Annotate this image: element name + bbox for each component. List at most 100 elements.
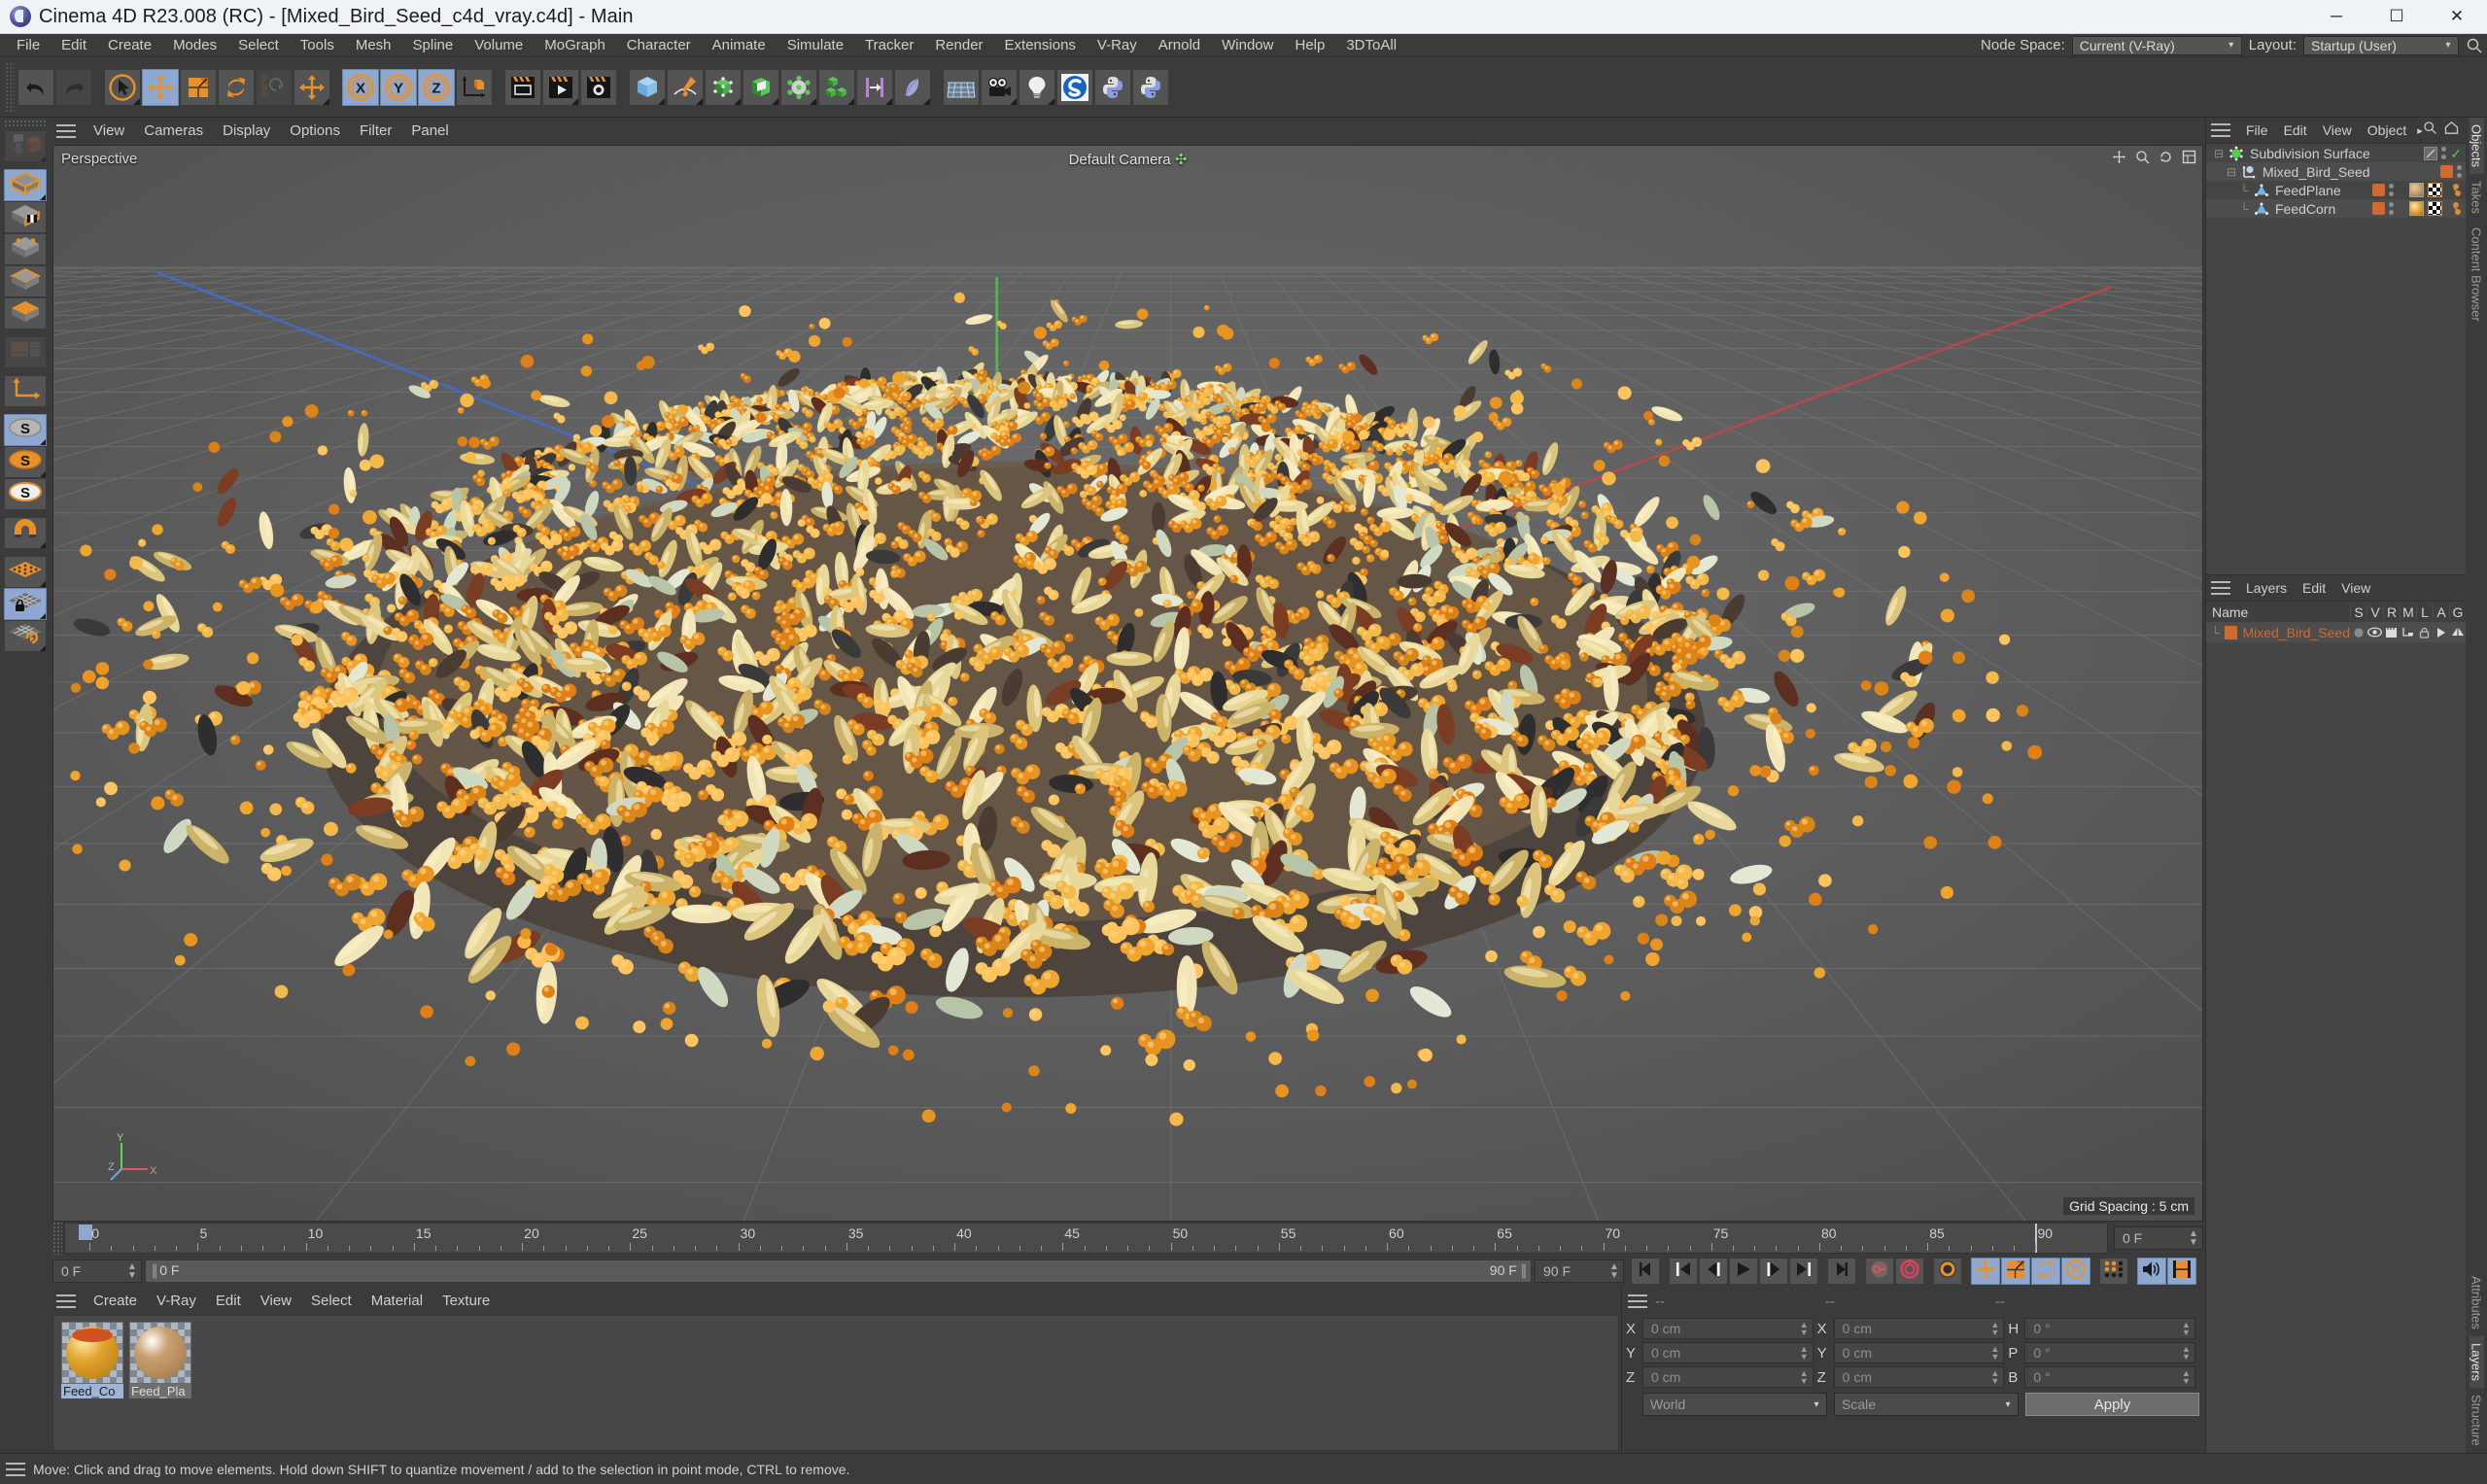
lock-z-axis-button[interactable]: Z (418, 68, 455, 106)
enabled-check-icon[interactable]: ✓ (2450, 147, 2462, 160)
menu-render[interactable]: Render (924, 34, 993, 57)
timeline-start-marker[interactable] (78, 1225, 92, 1240)
object-row[interactable]: └ FeedCorn (2206, 199, 2466, 218)
spinner-icon[interactable]: ▲ ▼ (1798, 1321, 1811, 1337)
coord-field-x-1[interactable]: 0 cm ▲ ▼ (1833, 1318, 2005, 1339)
go-to-start-button[interactable] (1631, 1258, 1660, 1285)
world-coordinate-system-button[interactable] (456, 68, 493, 106)
viewport-menu-view[interactable]: View (84, 120, 134, 143)
object-menu-object[interactable]: Object (2360, 120, 2414, 141)
spinner-icon[interactable]: ▲ ▼ (125, 1262, 139, 1281)
model-mode-button[interactable] (4, 169, 47, 201)
menu-tools[interactable]: Tools (290, 34, 345, 57)
menu-character[interactable]: Character (616, 34, 702, 57)
menu-edit[interactable]: Edit (51, 34, 97, 57)
menu-simulate[interactable]: Simulate (777, 34, 854, 57)
spinner-icon[interactable]: ▲ ▼ (1798, 1345, 1811, 1362)
object-color-swatch[interactable] (2372, 184, 2385, 196)
record-key-button[interactable] (1865, 1258, 1894, 1285)
go-to-last-frame-button[interactable] (1789, 1258, 1818, 1285)
add-subdivision-button[interactable] (780, 68, 817, 106)
menu-file[interactable]: File (6, 34, 51, 57)
rotation-key-button[interactable] (2031, 1258, 2060, 1285)
zoom-icon[interactable] (2135, 150, 2150, 164)
redo-button[interactable] (55, 68, 92, 106)
menu-mograph[interactable]: MoGraph (534, 34, 616, 57)
maximize-view-icon[interactable] (2182, 150, 2196, 164)
timeline-ruler[interactable]: 0 5 10 15 20 25 30 35 40 45 50 55 60 65 70 75 80 85 90 (64, 1223, 2108, 1254)
uv-mode-button[interactable] (4, 336, 47, 368)
toolbar-grip[interactable] (5, 61, 15, 113)
render-view-button[interactable] (504, 68, 541, 106)
points-mode-button[interactable] (4, 233, 47, 265)
psr-lock-tool[interactable]: PSR (256, 68, 293, 106)
spinner-icon[interactable]: ▲ ▼ (2187, 1229, 2200, 1248)
material-menu-view[interactable]: View (251, 1290, 301, 1313)
menu-animate[interactable]: Animate (702, 34, 777, 57)
material-menu-icon[interactable] (56, 1294, 76, 1308)
coord-field-y-1[interactable]: 0 cm ▲ ▼ (1833, 1342, 2005, 1363)
add-spline-button[interactable] (667, 68, 704, 106)
scale-key-button[interactable] (2001, 1258, 2030, 1285)
keyframe-settings-button[interactable] (1933, 1258, 1962, 1285)
status-menu-icon[interactable] (6, 1462, 25, 1476)
coordinates-menu-icon[interactable] (1628, 1294, 1647, 1308)
layer-list[interactable]: └ Mixed_Bird_Seed (2206, 622, 2466, 1453)
material-tag[interactable] (2409, 201, 2424, 216)
add-array-button[interactable] (818, 68, 855, 106)
menu-create[interactable]: Create (97, 34, 162, 57)
add-cube-button[interactable] (629, 68, 666, 106)
add-bend-deformer-button[interactable] (743, 68, 779, 106)
menu-v-ray[interactable]: V-Ray (1087, 34, 1148, 57)
snap-settings-button[interactable]: S (4, 446, 47, 478)
layer-solo-toggle[interactable] (2350, 627, 2366, 638)
object-row[interactable]: └ FeedPlane (2206, 181, 2466, 199)
material-thumbnail[interactable] (61, 1322, 123, 1384)
coord-field-h-2[interactable]: 0 ° ▲ ▼ (2024, 1318, 2196, 1339)
coord-field-z-0[interactable]: 0 cm ▲ ▼ (1642, 1366, 1813, 1388)
spinner-icon[interactable]: ▲ ▼ (1798, 1369, 1811, 1386)
current-frame-field[interactable]: 0 F ▲ ▼ (2114, 1226, 2203, 1250)
undo-button[interactable] (17, 68, 54, 106)
point-level-anim-button[interactable] (2099, 1258, 2128, 1285)
node-space-select[interactable]: Current (V-Ray) ▾ (2071, 35, 2242, 55)
layout-select[interactable]: Startup (User) ▾ (2303, 35, 2459, 55)
viewport-menu-display[interactable]: Display (213, 120, 280, 143)
close-button[interactable]: ✕ (2427, 0, 2487, 33)
coordinate-mode-select[interactable]: Scale ▾ (1834, 1393, 2019, 1416)
minimize-button[interactable]: ─ (2306, 0, 2366, 33)
coordinate-system-select[interactable]: World ▾ (1642, 1393, 1827, 1416)
material-item[interactable]: Feed_Co (61, 1322, 123, 1398)
spinner-icon[interactable]: ▲ ▼ (2180, 1345, 2193, 1362)
python-script-button[interactable] (1094, 68, 1131, 106)
menu-spline[interactable]: Spline (402, 34, 465, 57)
material-menu-edit[interactable]: Edit (206, 1290, 251, 1313)
enable-snapping-button[interactable]: S (4, 414, 47, 446)
viewport-menu-icon[interactable] (56, 124, 76, 138)
layer-menu-layers[interactable]: Layers (2238, 577, 2295, 599)
tree-expand-icon[interactable]: ⊟ (2210, 147, 2228, 160)
parameter-key-button[interactable]: P (2061, 1258, 2090, 1285)
material-list[interactable]: Feed_Co Feed_Pla (52, 1315, 1619, 1451)
layer-lock-toggle[interactable] (2416, 627, 2433, 638)
sound-button[interactable] (2137, 1258, 2166, 1285)
spinner-icon[interactable]: ▲ ▼ (1988, 1369, 2001, 1386)
go-to-end-button[interactable] (1827, 1258, 1856, 1285)
object-menu-more-icon[interactable]: ▸ (2414, 124, 2423, 137)
planar-workplane-button[interactable] (4, 620, 47, 652)
step-forward-button[interactable] (1759, 1258, 1788, 1285)
viewport-menu-options[interactable]: Options (280, 120, 350, 143)
layer-manager-toggle[interactable] (2400, 627, 2416, 638)
add-field-button[interactable] (894, 68, 931, 106)
play-button[interactable] (1729, 1258, 1758, 1285)
make-editable-button[interactable] (4, 130, 47, 162)
render-settings-button[interactable] (580, 68, 617, 106)
visibility-dots-icon[interactable] (2457, 165, 2462, 178)
object-row[interactable]: ⊟ Subdivision Surface ✓ (2206, 144, 2466, 162)
layer-visible-toggle[interactable] (2366, 627, 2383, 638)
subdivision-disable-icon[interactable] (2424, 146, 2438, 160)
vtab-takes[interactable]: Takes (2470, 174, 2484, 221)
layer-animation-toggle[interactable] (2433, 627, 2449, 638)
coord-field-p-2[interactable]: 0 ° ▲ ▼ (2024, 1342, 2196, 1363)
material-menu-select[interactable]: Select (301, 1290, 362, 1313)
